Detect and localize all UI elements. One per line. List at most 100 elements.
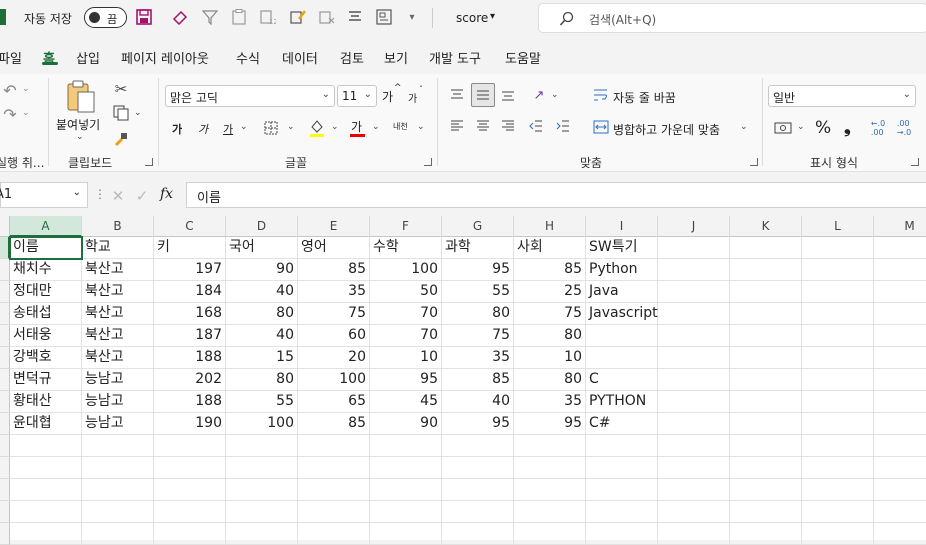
data-cell[interactable]: 35	[442, 347, 514, 369]
column-header-f[interactable]: F	[370, 216, 442, 237]
empty-cell[interactable]	[874, 501, 926, 523]
header-cell[interactable]: 키	[154, 237, 226, 259]
empty-cell[interactable]	[730, 501, 802, 523]
font-name-select[interactable]: 맑은 고딕 ⌄	[165, 85, 335, 107]
data-cell[interactable]: 100	[370, 259, 442, 281]
data-cell[interactable]: 80	[514, 325, 586, 347]
data-cell[interactable]: 35	[514, 391, 586, 413]
align-lines-icon[interactable]	[346, 8, 364, 26]
column-header-h[interactable]: H	[514, 216, 586, 237]
font-launcher-icon[interactable]	[424, 158, 432, 166]
data-cell[interactable]: 95	[514, 413, 586, 435]
copy-dropdown-icon[interactable]: ⌄	[134, 108, 142, 118]
empty-cell[interactable]	[514, 435, 586, 457]
header-cell[interactable]: 이름	[9, 236, 83, 260]
data-cell[interactable]: 북산고	[82, 281, 154, 303]
empty-cell[interactable]	[370, 457, 442, 479]
empty-cell[interactable]	[874, 523, 926, 545]
accounting-dropdown-icon[interactable]: ⌄	[797, 122, 805, 132]
row-header[interactable]	[0, 281, 10, 303]
row-header[interactable]	[0, 523, 10, 545]
align-left-icon[interactable]	[449, 118, 465, 134]
tab-page-layout[interactable]: 페이지 레이아웃	[121, 48, 209, 67]
empty-cell[interactable]	[874, 237, 926, 259]
worksheet-grid[interactable]: A B C D E F G H I J K L M 이름 학교 키 국어 영어 수학 과학 사회 SW특기 채치수 북산고 19…	[0, 216, 926, 545]
empty-cell[interactable]	[730, 479, 802, 501]
empty-cell[interactable]	[730, 457, 802, 479]
data-cell[interactable]: 송태섭	[10, 303, 82, 325]
empty-cell[interactable]	[730, 237, 802, 259]
empty-cell[interactable]	[802, 479, 874, 501]
save-icon[interactable]	[135, 8, 153, 26]
empty-cell[interactable]	[370, 435, 442, 457]
empty-cell[interactable]	[802, 347, 874, 369]
column-header-b[interactable]: B	[82, 216, 154, 237]
empty-cell[interactable]	[82, 523, 154, 545]
merge-center-button[interactable]: 병합하고 가운데 맞춤	[613, 121, 720, 138]
empty-cell[interactable]	[10, 479, 82, 501]
row-header[interactable]	[0, 413, 10, 435]
empty-cell[interactable]	[442, 479, 514, 501]
empty-cell[interactable]	[154, 435, 226, 457]
increase-decimal-icon[interactable]: ←.0.00	[868, 119, 888, 137]
empty-cell[interactable]	[226, 479, 298, 501]
data-cell[interactable]: 85	[442, 369, 514, 391]
column-header-m[interactable]: M	[874, 216, 926, 237]
tab-review[interactable]: 검토	[340, 48, 364, 67]
empty-cell[interactable]	[10, 501, 82, 523]
data-cell[interactable]: 197	[154, 259, 226, 281]
redo-dropdown-icon[interactable]: ⌄	[22, 108, 30, 118]
empty-cell[interactable]	[874, 369, 926, 391]
empty-cell[interactable]	[874, 413, 926, 435]
paste-button[interactable]: 붙여넣기	[56, 116, 100, 133]
empty-cell[interactable]	[82, 479, 154, 501]
empty-cell[interactable]	[370, 523, 442, 545]
data-cell[interactable]: 60	[298, 325, 370, 347]
data-cell[interactable]: 90	[226, 259, 298, 281]
data-cell[interactable]: 75	[442, 325, 514, 347]
data-cell[interactable]: 80	[226, 369, 298, 391]
data-cell[interactable]: 윤대협	[10, 413, 82, 435]
data-cell[interactable]: 168	[154, 303, 226, 325]
empty-cell[interactable]	[802, 501, 874, 523]
row-header[interactable]	[0, 325, 10, 347]
data-cell[interactable]: 45	[370, 391, 442, 413]
data-cell[interactable]: 25	[514, 281, 586, 303]
data-cell[interactable]: 75	[514, 303, 586, 325]
empty-cell[interactable]	[298, 457, 370, 479]
data-cell[interactable]: 184	[154, 281, 226, 303]
alignment-launcher-icon[interactable]	[750, 158, 758, 166]
border-icon[interactable]	[263, 120, 279, 136]
form-icon[interactable]	[375, 8, 393, 26]
orientation-dropdown-icon[interactable]: ⌄	[551, 90, 559, 100]
data-cell[interactable]: 95	[442, 413, 514, 435]
orientation-icon[interactable]: ↗	[530, 86, 548, 104]
empty-cell[interactable]	[442, 501, 514, 523]
empty-cell[interactable]	[658, 479, 730, 501]
clipboard-launcher-icon[interactable]	[145, 158, 153, 166]
data-cell[interactable]: 202	[154, 369, 226, 391]
format-painter-icon[interactable]	[289, 8, 307, 26]
empty-cell[interactable]	[658, 259, 730, 281]
formula-input[interactable]: 이름	[186, 182, 926, 208]
data-cell[interactable]: 변덕규	[10, 369, 82, 391]
row-header[interactable]	[0, 391, 10, 413]
format-painter-brush-icon[interactable]	[112, 130, 130, 148]
empty-cell[interactable]	[658, 281, 730, 303]
data-cell[interactable]: 70	[370, 303, 442, 325]
clipboard-icon[interactable]	[230, 8, 248, 26]
data-cell[interactable]: 70	[370, 325, 442, 347]
column-header-d[interactable]: D	[226, 216, 298, 237]
paste-values-icon[interactable]: 12	[259, 8, 277, 26]
empty-cell[interactable]	[226, 435, 298, 457]
decrease-decimal-icon[interactable]: .00 →.0	[894, 119, 914, 137]
clear-format-icon[interactable]	[318, 8, 336, 26]
data-cell[interactable]: 20	[298, 347, 370, 369]
tab-help[interactable]: 도움말	[505, 48, 541, 67]
data-cell[interactable]: 북산고	[82, 347, 154, 369]
empty-cell[interactable]	[586, 457, 658, 479]
empty-cell[interactable]	[658, 501, 730, 523]
data-cell[interactable]: 55	[226, 391, 298, 413]
border-dropdown-icon[interactable]: ⌄	[287, 122, 295, 132]
empty-cell[interactable]	[730, 347, 802, 369]
